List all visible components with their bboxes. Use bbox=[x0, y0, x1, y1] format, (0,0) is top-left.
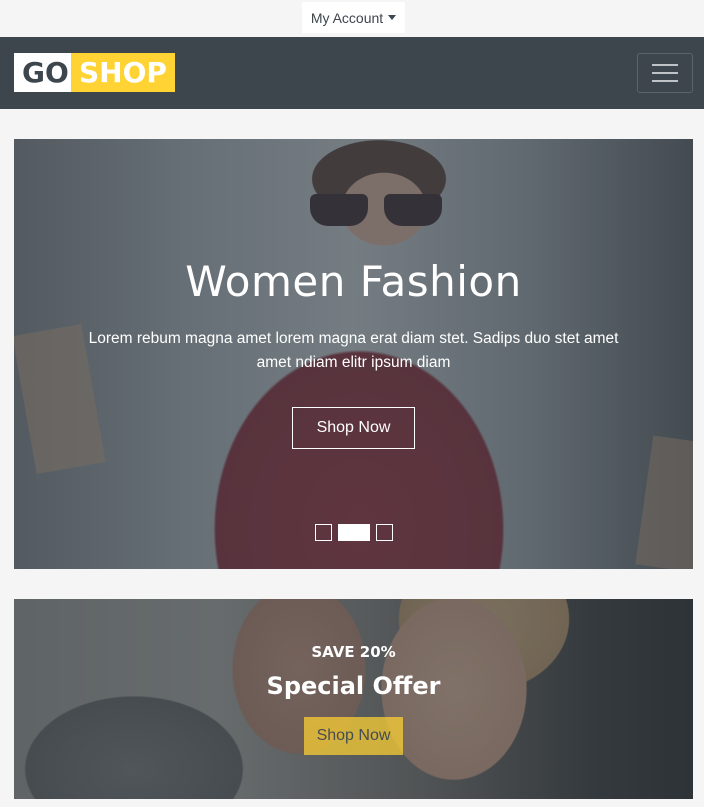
offer-subtitle: SAVE 20% bbox=[311, 643, 396, 661]
hamburger-menu-icon[interactable] bbox=[637, 53, 693, 93]
carousel-indicator-1[interactable] bbox=[315, 524, 332, 541]
hero-carousel: Women Fashion Lorem rebum magna amet lor… bbox=[14, 139, 693, 569]
caret-down-icon bbox=[388, 15, 397, 20]
hero-shop-now-button[interactable]: Shop Now bbox=[292, 407, 415, 449]
carousel-indicator-2-active[interactable] bbox=[338, 524, 370, 541]
my-account-dropdown[interactable]: My Account bbox=[302, 2, 405, 33]
special-offer-banner: SAVE 20% Special Offer Shop Now bbox=[14, 599, 693, 799]
my-account-label: My Account bbox=[310, 9, 384, 26]
offer-title: Special Offer bbox=[266, 672, 441, 700]
offer-shop-now-button[interactable]: Shop Now bbox=[304, 717, 403, 755]
hamburger-line bbox=[652, 64, 678, 66]
logo-part-go: GO bbox=[14, 53, 71, 92]
carousel-indicators bbox=[315, 524, 393, 541]
hamburger-line bbox=[652, 72, 678, 74]
carousel-indicator-3[interactable] bbox=[376, 524, 393, 541]
hero-title: Women Fashion bbox=[185, 257, 522, 306]
logo-part-shop: SHOP bbox=[71, 53, 175, 92]
logo[interactable]: GO SHOP bbox=[14, 53, 175, 92]
hero-description: Lorem rebum magna amet lorem magna erat … bbox=[88, 330, 619, 371]
topbar: My Account bbox=[0, 0, 704, 37]
navbar: GO SHOP bbox=[0, 37, 704, 109]
hamburger-line bbox=[652, 80, 678, 82]
